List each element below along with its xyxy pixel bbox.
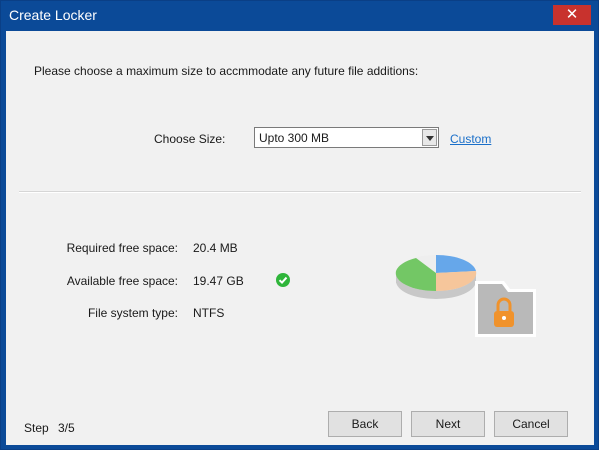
available-space-value: 19.47 GB <box>193 274 244 288</box>
choose-size-label: Choose Size: <box>154 132 226 146</box>
size-select[interactable]: Upto 300 MB <box>254 127 439 148</box>
custom-size-link[interactable]: Custom <box>450 132 491 146</box>
close-button[interactable]: ✕ <box>553 5 591 25</box>
cancel-button[interactable]: Cancel <box>494 411 568 437</box>
window-title: Create Locker <box>9 7 97 23</box>
step-label: Step <box>24 421 49 435</box>
step-indicator: 3/5 <box>58 421 75 435</box>
wizard-body: Please choose a maximum size to accmmoda… <box>6 31 594 445</box>
available-space-label: Available free space: <box>66 274 178 288</box>
section-divider <box>19 191 581 193</box>
title-bar[interactable]: Create Locker ✕ <box>1 1 598 31</box>
dropdown-arrow-icon[interactable] <box>422 129 437 146</box>
create-locker-window: Create Locker ✕ Please choose a maximum … <box>0 0 599 450</box>
file-system-label: File system type: <box>87 306 178 320</box>
next-button[interactable]: Next <box>411 411 485 437</box>
selected-size-value: Upto 300 MB <box>259 131 330 145</box>
check-circle-icon <box>276 273 290 287</box>
back-button[interactable]: Back <box>328 411 402 437</box>
required-space-label: Required free space: <box>66 241 178 255</box>
locker-illustration-icon <box>395 254 536 337</box>
required-space-value: 20.4 MB <box>193 241 238 255</box>
instruction-text: Please choose a maximum size to accmmoda… <box>34 64 419 78</box>
file-system-value: NTFS <box>193 306 225 320</box>
close-icon: ✕ <box>565 6 579 23</box>
